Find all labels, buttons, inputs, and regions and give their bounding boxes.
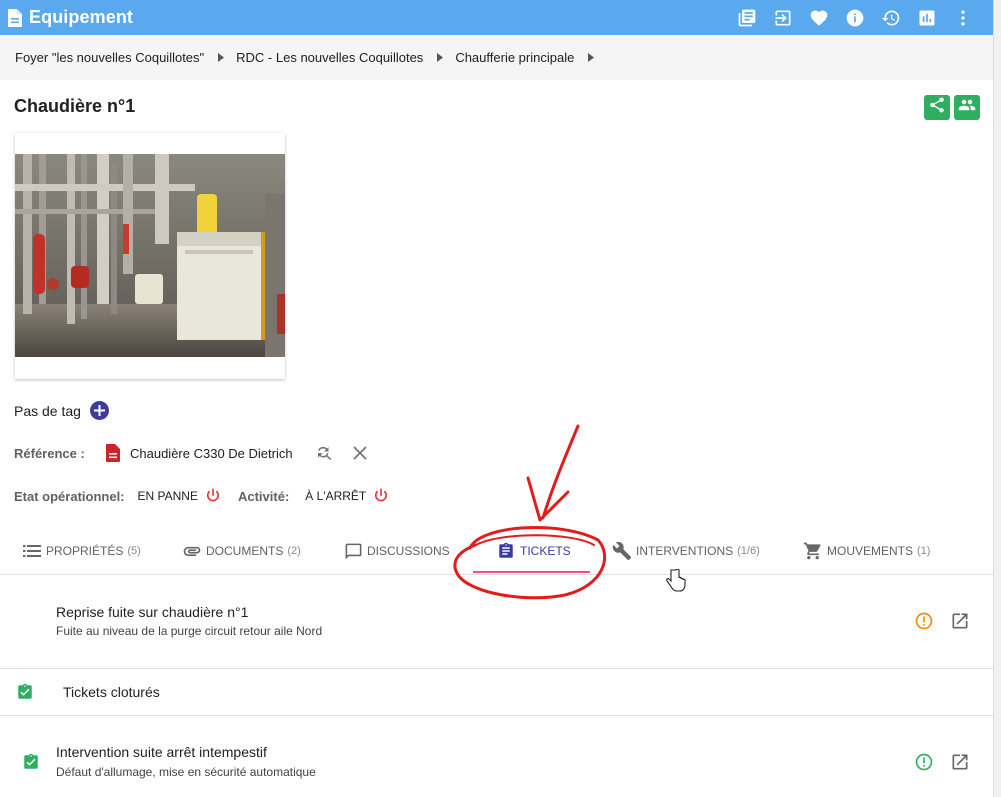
tab-bar: Propriétés (5) Documents (2) Discussions… <box>0 528 993 575</box>
app-bar: Equipement <box>0 0 993 35</box>
people-icon <box>957 96 977 119</box>
favorite-heart-icon[interactable] <box>801 0 837 35</box>
open-in-new-icon[interactable] <box>949 751 971 773</box>
tab-count: (2) <box>287 545 301 557</box>
activity-value: À L'ARRÊT <box>305 489 367 503</box>
power-icon <box>372 487 390 505</box>
cart-icon <box>803 541 823 561</box>
tab-documents[interactable]: Documents (2) <box>182 528 301 574</box>
breadcrumb: Foyer "les nouvelles Coquillotes" RDC - … <box>0 35 993 80</box>
state-value: EN PANNE <box>137 489 198 503</box>
tab-count: (1/6) <box>737 545 760 557</box>
tab-label: Discussions <box>367 544 450 558</box>
app-title: Equipement <box>29 7 134 27</box>
assignment-turned-in-icon <box>14 681 36 703</box>
tab-mouvements[interactable]: Mouvements (1) <box>803 528 930 574</box>
power-icon <box>204 487 222 505</box>
search-replace-icon[interactable] <box>314 443 334 463</box>
tag-row: Pas de tag <box>14 401 109 420</box>
equipment-photo <box>15 154 285 357</box>
library-books-icon[interactable] <box>729 0 765 35</box>
tab-discussions[interactable]: Discussions <box>343 528 450 574</box>
active-tab-indicator <box>473 571 590 573</box>
ticket-subtitle: Fuite au niveau de la purge circuit reto… <box>56 624 323 638</box>
document-icon <box>7 8 23 28</box>
reference-label: Référence : <box>14 445 85 461</box>
insert-chart-icon[interactable] <box>909 0 945 35</box>
activity-label: Activité: <box>237 488 290 504</box>
page-title: Chaudière n°1 <box>14 96 136 116</box>
equipment-photo-card[interactable] <box>15 133 285 379</box>
tab-label: Propriétés <box>46 544 124 558</box>
closed-tickets-header[interactable]: Tickets cloturés <box>0 669 993 715</box>
ticket-title: Reprise fuite sur chaudière n°1 <box>56 604 249 620</box>
state-label: Etat opérationnel: <box>14 488 125 504</box>
list-item[interactable]: Intervention suite arrêt intempestif Déf… <box>0 716 993 797</box>
chevron-right-icon[interactable] <box>586 53 595 62</box>
hand-cursor-icon <box>664 568 686 598</box>
exit-to-app-icon[interactable] <box>765 0 801 35</box>
priority-alert-icon <box>913 751 935 773</box>
breadcrumb-item-chaufferie[interactable]: Chaufferie principale <box>455 50 574 65</box>
share-button[interactable] <box>924 95 950 120</box>
tag-text: Pas de tag <box>14 402 81 419</box>
chevron-right-icon <box>435 53 444 62</box>
tab-count: (1) <box>917 545 931 557</box>
close-icon[interactable] <box>350 443 370 463</box>
tab-label: Interventions <box>636 544 734 558</box>
attachment-icon <box>182 541 202 561</box>
tab-tickets[interactable]: Tickets <box>496 528 571 574</box>
scrollbar-track[interactable] <box>993 0 1001 797</box>
open-in-new-icon[interactable] <box>949 610 971 632</box>
add-tag-button[interactable] <box>89 401 109 420</box>
wrench-icon <box>612 541 632 561</box>
annotation-arrow <box>526 424 580 522</box>
history-icon[interactable] <box>873 0 909 35</box>
tab-label: Documents <box>206 544 284 558</box>
reference-link[interactable]: Chaudière C330 De Dietrich <box>130 446 293 461</box>
ticket-actions <box>913 751 971 773</box>
more-vert-icon[interactable] <box>945 0 981 35</box>
list-icon <box>22 541 42 561</box>
pdf-document-icon <box>105 443 121 463</box>
breadcrumb-item-rdc[interactable]: RDC - Les nouvelles Coquillotes <box>236 50 423 65</box>
tab-interventions[interactable]: Interventions (1/6) <box>612 528 760 574</box>
list-item[interactable]: Reprise fuite sur chaudière n°1 Fuite au… <box>0 576 993 668</box>
state-row: Etat opérationnel: EN PANNE Activité: À … <box>14 486 390 506</box>
app-bar-actions <box>729 0 981 35</box>
info-icon[interactable] <box>837 0 873 35</box>
equipment-page: Equipement Foyer "les nouvelles Coquillo… <box>0 0 1001 797</box>
reference-row: Référence : Chaudière C330 De Dietrich <box>14 443 370 463</box>
assignment-turned-in-icon <box>20 751 42 773</box>
tab-label: Tickets <box>520 544 571 558</box>
share-icon <box>928 96 946 119</box>
chat-bubble-icon <box>343 541 363 561</box>
tab-count: (5) <box>127 545 141 557</box>
ticket-actions <box>913 610 971 632</box>
plus-icon <box>93 403 105 419</box>
ticket-title: Intervention suite arrêt intempestif <box>56 744 267 760</box>
contacts-button[interactable] <box>954 95 980 120</box>
header-actions <box>924 95 980 120</box>
tab-proprietes[interactable]: Propriétés (5) <box>22 528 141 574</box>
assignment-icon <box>496 541 516 561</box>
ticket-subtitle: Défaut d'allumage, mise en sécurité auto… <box>56 765 316 779</box>
closed-tickets-label: Tickets cloturés <box>63 684 160 700</box>
breadcrumb-item-foyer[interactable]: Foyer "les nouvelles Coquillotes" <box>15 50 204 65</box>
tab-label: Mouvements <box>827 544 914 558</box>
chevron-right-icon <box>216 53 225 62</box>
priority-alert-icon <box>913 610 935 632</box>
